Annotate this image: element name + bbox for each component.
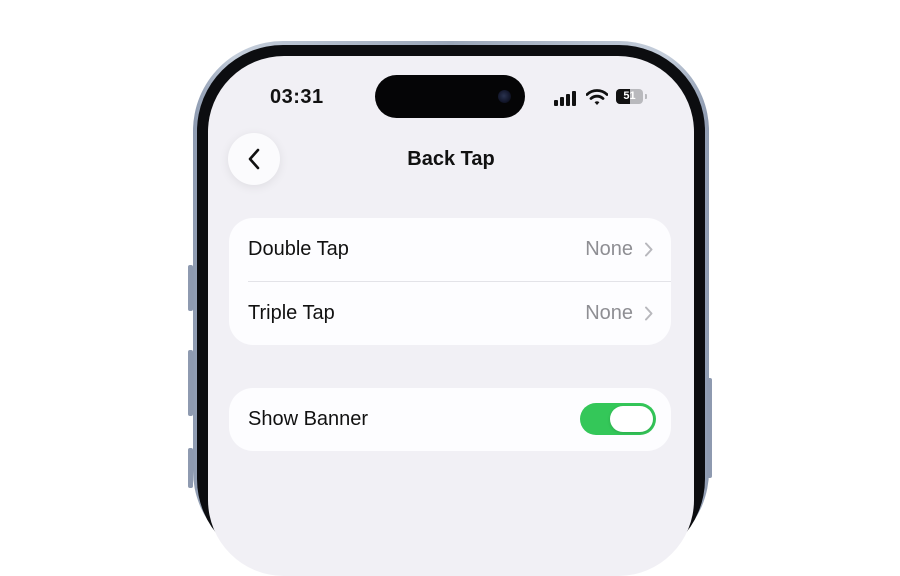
dynamic-island [375,75,525,118]
toggle-knob [610,406,653,432]
wifi-icon [586,89,608,105]
triple-tap-value: None [585,302,633,324]
volume-up-button [188,350,193,416]
power-button [707,378,712,478]
battery-tip [645,94,647,99]
status-time: 03:31 [270,86,324,108]
triple-tap-row[interactable]: Triple Tap None [229,282,671,345]
battery-icon: 51 [616,89,643,104]
battery-level-text: 51 [623,90,636,102]
chevron-right-icon [645,306,653,321]
double-tap-label: Double Tap [248,238,349,260]
double-tap-value: None [585,238,633,260]
triple-tap-label: Triple Tap [248,302,335,324]
tap-actions-group: Double Tap None Triple Tap None [229,218,671,345]
volume-down-button [188,448,193,488]
show-banner-row: Show Banner [229,388,671,451]
action-button [188,265,193,311]
banner-group: Show Banner [229,388,671,451]
cellular-signal-icon [554,90,578,106]
show-banner-label: Show Banner [248,408,369,430]
page-title: Back Tap [407,148,495,170]
chevron-right-icon [645,242,653,257]
phone-screen: 03:31 51 Back Tap Double Tap None Triple… [208,56,694,576]
front-camera-icon [498,90,511,103]
show-banner-toggle[interactable] [580,403,656,435]
double-tap-row[interactable]: Double Tap None [229,218,671,281]
